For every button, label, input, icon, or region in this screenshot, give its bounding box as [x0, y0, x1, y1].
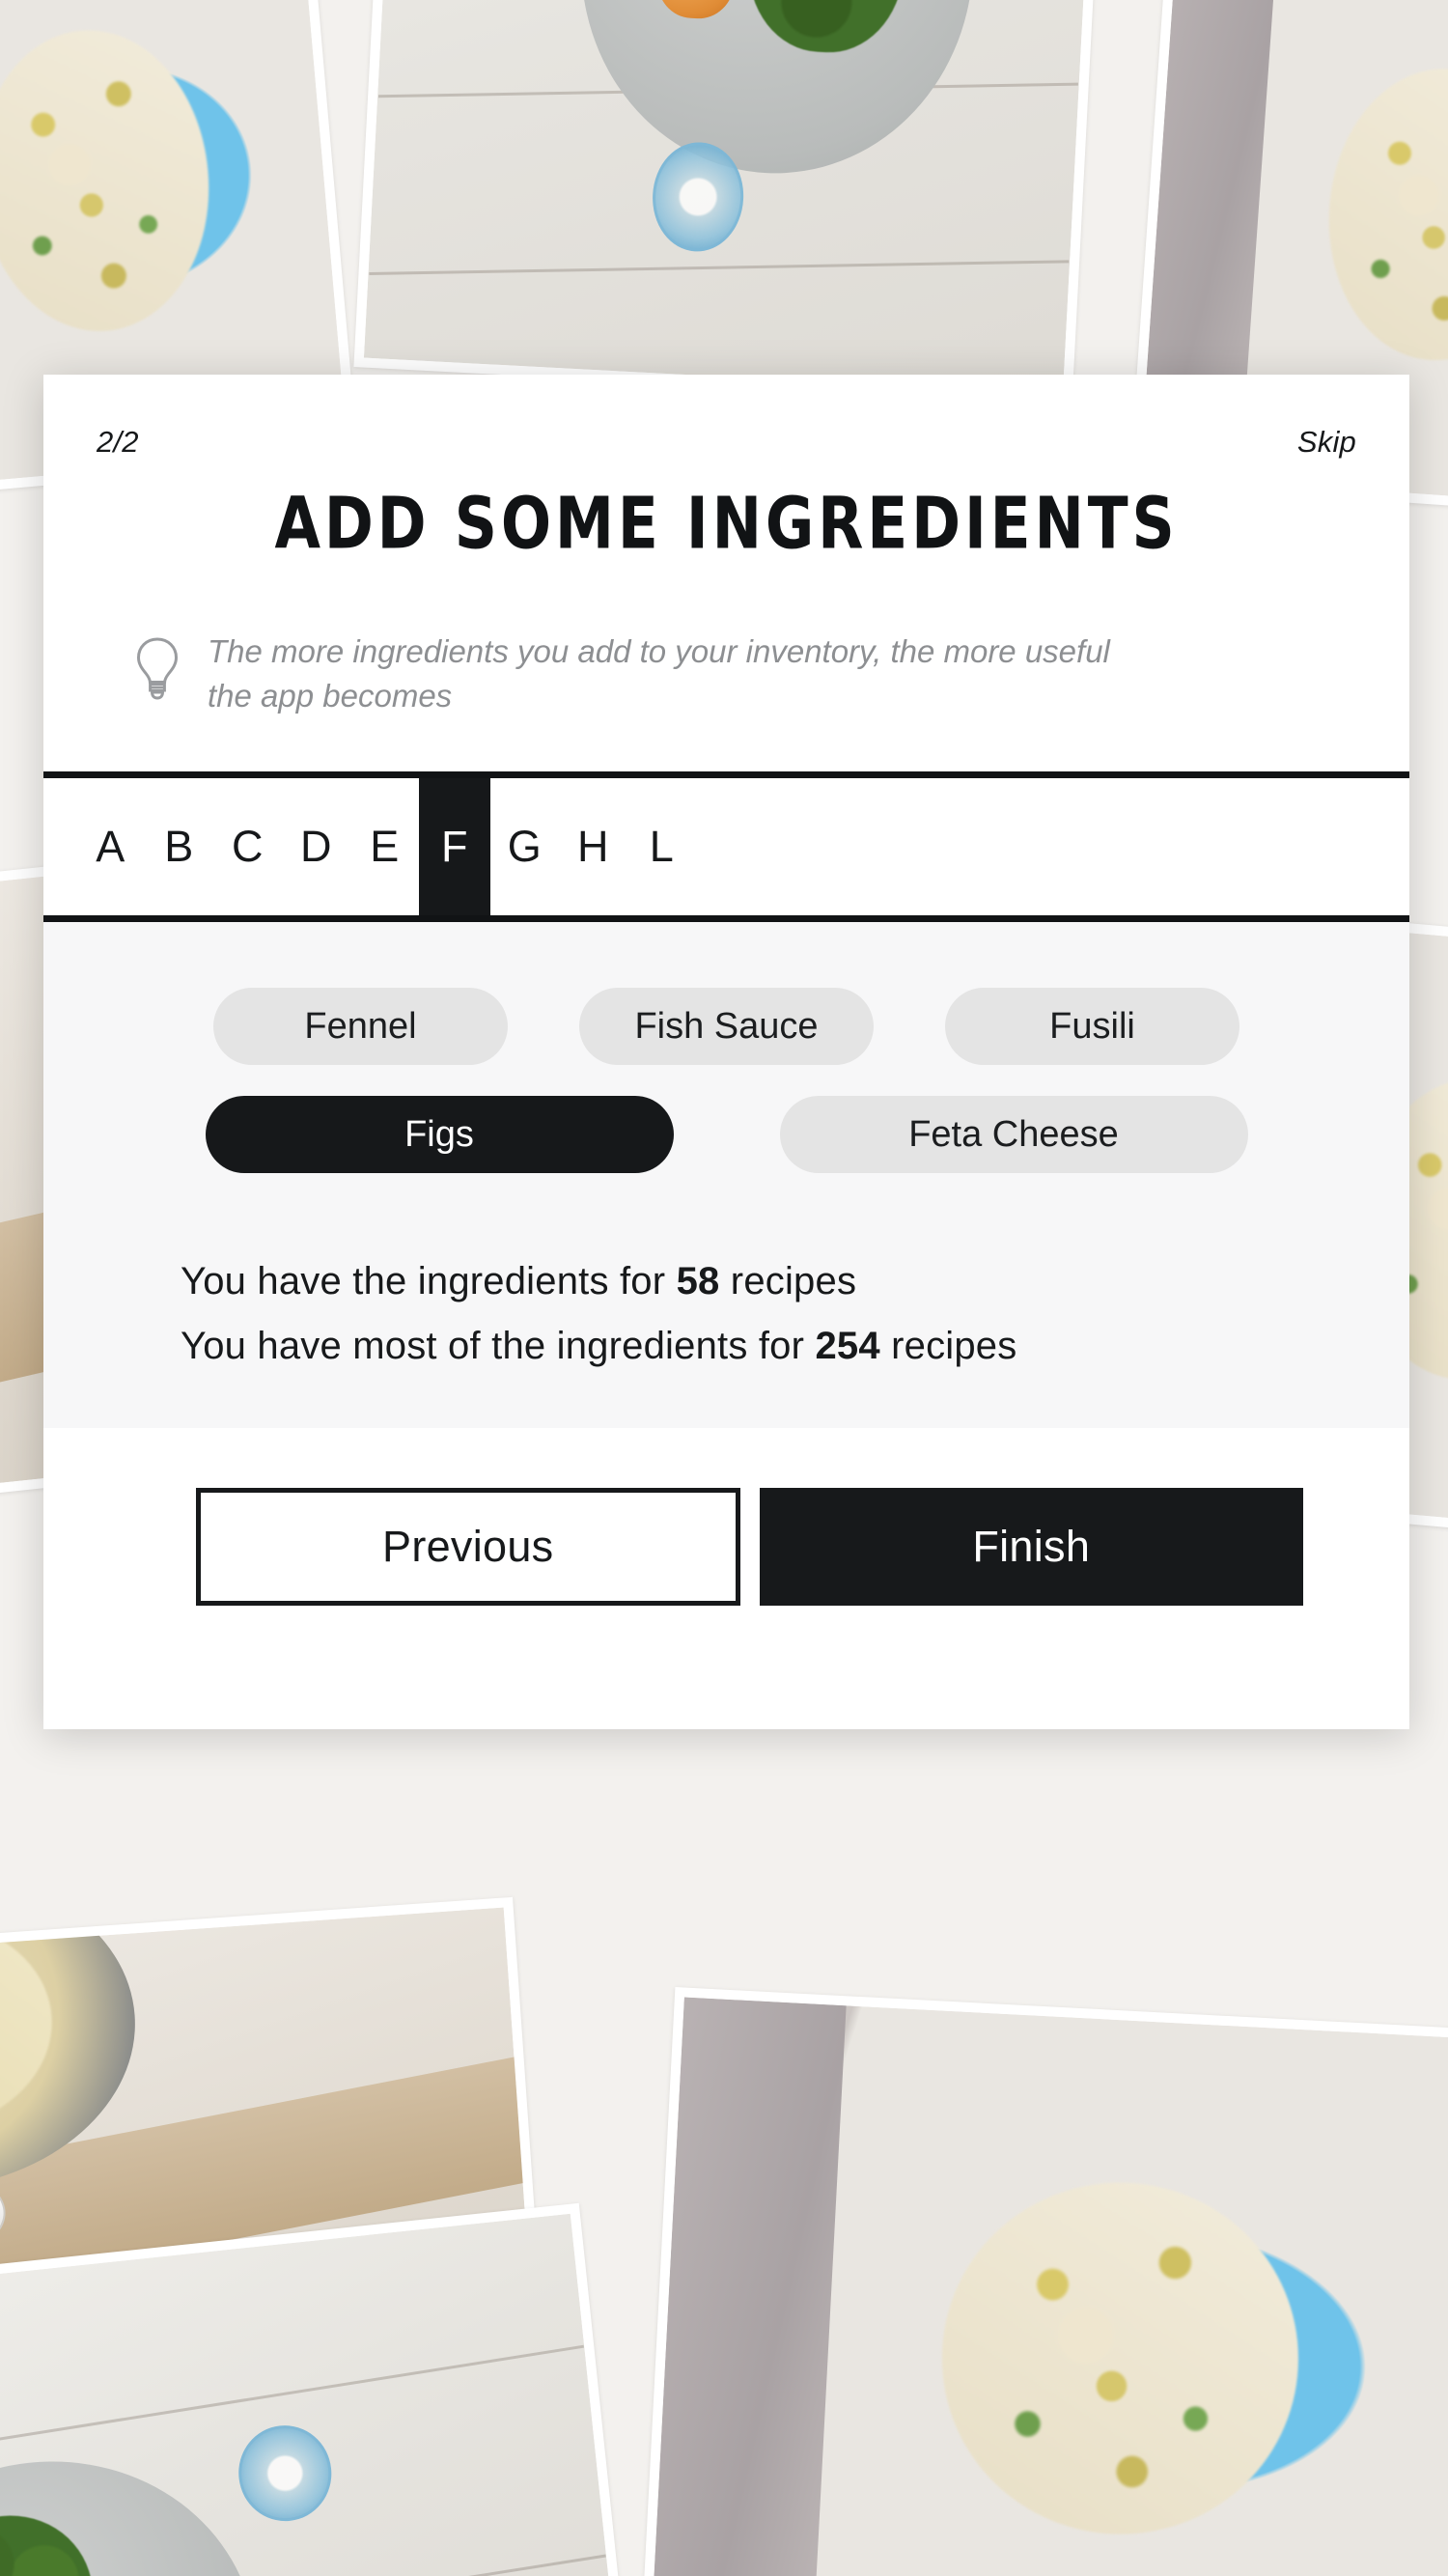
alpha-tab-a[interactable]: A	[76, 778, 145, 915]
page-title: ADD SOME INGREDIENTS	[274, 483, 1179, 566]
alpha-tab-c[interactable]: C	[213, 778, 282, 915]
recipe-stats: You have the ingredients for 58 recipes …	[43, 1214, 1409, 1429]
onboarding-modal-card: 2/2 Skip ADD SOME INGREDIENTS The more i…	[43, 375, 1409, 1730]
stat-partial-count: 254	[815, 1325, 880, 1368]
ingredient-chip-figs[interactable]: Figs	[205, 1096, 674, 1174]
lightbulb-icon	[132, 635, 182, 706]
stat-exact-count: 58	[676, 1260, 720, 1303]
background-photo-blue-plate-bottomright	[638, 1986, 1448, 2576]
stat-exact-suffix: recipes	[719, 1260, 857, 1303]
alphabet-tab-strip: A B C D E F G H L	[43, 771, 1409, 923]
alpha-tab-g[interactable]: G	[490, 778, 559, 915]
previous-button[interactable]: Previous	[196, 1488, 740, 1607]
alpha-tab-f[interactable]: F	[419, 778, 490, 916]
ingredient-chip-feta-cheese[interactable]: Feta Cheese	[779, 1096, 1248, 1174]
stat-partial-suffix: recipes	[879, 1325, 1017, 1368]
alpha-tab-b[interactable]: B	[145, 778, 213, 915]
alpha-tab-h[interactable]: H	[559, 778, 627, 915]
stat-line-partial-match: You have most of the ingredients for 254…	[181, 1325, 1409, 1368]
background-photo-grey-plate-topcenter	[353, 0, 1109, 405]
card-footer: Previous Finish	[43, 1428, 1409, 1730]
background-photo-grey-plate-bottomleft	[0, 2202, 634, 2576]
ingredient-chip-fish-sauce[interactable]: Fish Sauce	[579, 988, 874, 1066]
tip-text: The more ingredients you add to your inv…	[208, 633, 1110, 714]
header-row: 2/2 Skip	[97, 425, 1356, 460]
step-counter: 2/2	[97, 425, 139, 459]
skip-link[interactable]: Skip	[1297, 425, 1356, 460]
alpha-tab-e[interactable]: E	[350, 778, 419, 915]
ingredient-chip-area: Fennel Fish Sauce Fusili Figs Feta Chees…	[43, 922, 1409, 1215]
stat-exact-prefix: You have the ingredients for	[181, 1260, 677, 1303]
stat-line-exact-match: You have the ingredients for 58 recipes	[181, 1260, 1409, 1303]
ingredient-chip-fusili[interactable]: Fusili	[945, 988, 1239, 1066]
stat-partial-prefix: You have most of the ingredients for	[181, 1325, 816, 1368]
alpha-tab-l[interactable]: L	[627, 778, 696, 915]
tip-row: The more ingredients you add to your inv…	[43, 554, 1409, 771]
ingredient-chip-row: Figs Feta Cheese	[43, 1096, 1409, 1174]
ingredient-chip-row: Fennel Fish Sauce Fusili	[43, 988, 1409, 1066]
finish-button[interactable]: Finish	[759, 1488, 1303, 1607]
ingredient-chip-fennel[interactable]: Fennel	[213, 988, 508, 1066]
alpha-tab-d[interactable]: D	[282, 778, 350, 915]
card-header: 2/2 Skip ADD SOME INGREDIENTS	[43, 375, 1409, 566]
